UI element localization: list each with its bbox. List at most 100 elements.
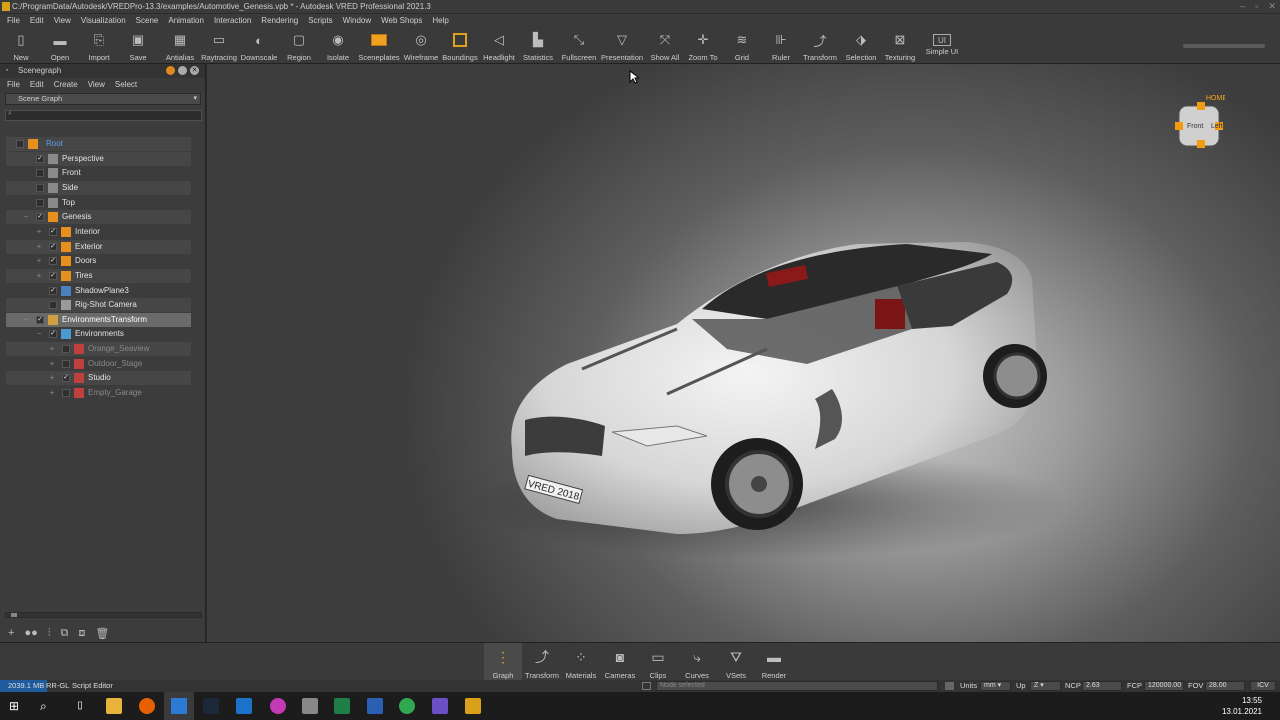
minimize-icon[interactable]: –	[1240, 0, 1245, 13]
tree-node-shadowplane3[interactable]: ✓ ShadowPlane3	[6, 284, 191, 298]
collapse-icon[interactable]: −	[35, 327, 43, 341]
scenegraph-menu-view[interactable]: View	[88, 78, 105, 92]
group-node-tool-icon[interactable]: ⫶	[48, 627, 51, 640]
menu-view[interactable]: View	[54, 14, 71, 28]
media-app-icon[interactable]	[270, 698, 286, 714]
menu-scene[interactable]: Scene	[136, 14, 159, 28]
visibility-checkbox[interactable]: ✓	[36, 154, 44, 163]
scrollbar-thumb[interactable]	[11, 613, 17, 617]
expand-icon[interactable]: +	[48, 371, 56, 385]
toolbar-search-field[interactable]	[1183, 44, 1265, 48]
visibility-checkbox[interactable]	[49, 301, 57, 310]
copy-node-icon[interactable]: ⧉	[60, 627, 68, 640]
panel-float-icon[interactable]	[178, 66, 187, 75]
task-view-icon[interactable]: ▯	[72, 698, 88, 714]
tree-node-front[interactable]: Front	[6, 166, 191, 180]
dock-vsets-button[interactable]: ⛛ VSets	[717, 643, 755, 681]
terminal-icon[interactable]	[642, 682, 651, 690]
fov-input[interactable]: 28.00	[1205, 681, 1245, 691]
tree-node-root[interactable]: −Root	[6, 137, 191, 151]
visibility-checkbox[interactable]	[62, 389, 70, 398]
tree-node-side[interactable]: Side	[6, 180, 191, 195]
visibility-checkbox[interactable]	[62, 359, 70, 368]
viewcube-left-label[interactable]: Left	[1211, 123, 1223, 130]
tree-node-interior[interactable]: + ✓ Interior	[6, 225, 191, 239]
command-input[interactable]: Node selected	[656, 681, 938, 691]
dock-graph-button[interactable]: ⋮ Graph	[484, 643, 522, 681]
steam-icon[interactable]	[203, 698, 219, 714]
expand-icon[interactable]: +	[35, 254, 43, 268]
windows-start-icon[interactable]: ⊞	[9, 698, 25, 714]
expand-icon[interactable]: +	[48, 386, 56, 400]
tree-node-empty-garage[interactable]: + Empty_Garage	[6, 386, 191, 400]
collapse-icon[interactable]: −	[22, 313, 30, 327]
chrome-icon[interactable]	[399, 698, 415, 714]
menu-interaction[interactable]: Interaction	[214, 14, 251, 28]
visibility-checkbox[interactable]: ✓	[49, 286, 57, 295]
vred-taskbar-icon[interactable]	[465, 698, 481, 714]
tree-node-tires[interactable]: + ✓ Tires	[6, 268, 191, 283]
expand-icon[interactable]: +	[35, 225, 43, 239]
tree-node-doors[interactable]: + ✓ Doors	[6, 254, 191, 268]
menu-help[interactable]: Help	[432, 14, 448, 28]
visibility-checkbox[interactable]: ✓	[49, 271, 57, 280]
menu-visualization[interactable]: Visualization	[81, 14, 126, 28]
visibility-checkbox[interactable]	[36, 183, 44, 192]
scenegraph-view-select[interactable]: Scene Graph ▾	[5, 93, 201, 105]
expand-icon[interactable]: +	[48, 342, 56, 356]
viewcube-left-handle[interactable]	[1175, 122, 1183, 130]
tree-node-top[interactable]: Top	[6, 196, 191, 210]
delete-node-icon[interactable]: 🗑	[95, 627, 109, 640]
render-viewport[interactable]: VRED 2018 HOME Front Left	[207, 64, 1280, 642]
tree-node-environmentstransform[interactable]: − ✓ EnvironmentsTransform	[6, 312, 191, 327]
ncp-input[interactable]: 2.63	[1082, 681, 1122, 691]
tree-node-orange-seaview[interactable]: + Orange_Seaview	[6, 342, 191, 357]
script-editor-button[interactable]: Script Editor	[72, 680, 113, 692]
tree-node-exterior[interactable]: + ✓ Exterior	[6, 239, 191, 254]
menu-scripts[interactable]: Scripts	[308, 14, 332, 28]
scenegraph-menu-select[interactable]: Select	[115, 78, 137, 92]
visibility-checkbox[interactable]: ✓	[49, 330, 57, 339]
simple-ui-button[interactable]: UI Simple UI	[914, 28, 970, 64]
vscode-taskbar-slot[interactable]	[164, 692, 194, 720]
clone-node-icon[interactable]: ⧈	[78, 627, 85, 640]
plugin-app-icon[interactable]	[432, 698, 448, 714]
add-node-icon[interactable]: +	[8, 627, 14, 639]
visibility-checkbox[interactable]	[36, 198, 44, 207]
expand-icon[interactable]: +	[35, 269, 43, 283]
visibility-checkbox[interactable]	[16, 140, 24, 148]
dock-curves-button[interactable]: ⤷ Curves	[678, 643, 716, 681]
excel-icon[interactable]	[334, 698, 350, 714]
menu-web-shops[interactable]: Web Shops	[381, 14, 422, 28]
panel-grip-icon[interactable]: ▪	[6, 67, 14, 75]
visibility-checkbox[interactable]: ✓	[49, 227, 57, 236]
viewcube-home-label[interactable]: HOME	[1206, 95, 1227, 102]
icv-button[interactable]: ICV	[1250, 681, 1276, 691]
panel-help-icon[interactable]	[166, 66, 175, 75]
dock-render-button[interactable]: ▬ Render	[755, 643, 793, 681]
expand-icon[interactable]: +	[48, 357, 56, 371]
viewcube-bottom-handle[interactable]	[1197, 140, 1205, 148]
dock-materials-button[interactable]: ⁘ Materials	[562, 643, 600, 681]
viewcube-top-handle[interactable]	[1197, 102, 1205, 110]
menu-window[interactable]: Window	[343, 14, 371, 28]
maximize-icon[interactable]: ▫	[1255, 0, 1258, 13]
menu-rendering[interactable]: Rendering	[261, 14, 298, 28]
tree-node-outdoor-stage[interactable]: + Outdoor_Stage	[6, 357, 191, 371]
visibility-checkbox[interactable]: ✓	[49, 257, 57, 266]
viewcube-front-label[interactable]: Front	[1187, 123, 1203, 130]
tree-node-rig-shot-camera[interactable]: Rig-Shot Camera	[6, 298, 191, 313]
tree-node-environments[interactable]: − ✓ Environments	[6, 327, 191, 341]
scenegraph-search-input[interactable]: ⌕	[5, 110, 202, 121]
viewcube[interactable]: HOME Front Left	[1173, 94, 1227, 152]
collapse-icon[interactable]: −	[22, 210, 30, 224]
visibility-checkbox[interactable]: ✓	[49, 242, 57, 251]
menu-edit[interactable]: Edit	[30, 14, 44, 28]
dock-cameras-button[interactable]: ◙ Cameras	[601, 643, 639, 681]
close-icon[interactable]: ✕	[1268, 0, 1276, 13]
fcp-input[interactable]: 120000.00	[1144, 681, 1184, 691]
tool-app-icon[interactable]	[302, 698, 318, 714]
dock-transform-button[interactable]: ⤴ Transform	[523, 643, 561, 681]
dock-clips-button[interactable]: ▭ Clips	[639, 643, 677, 681]
visibility-checkbox[interactable]: ✓	[36, 315, 44, 324]
